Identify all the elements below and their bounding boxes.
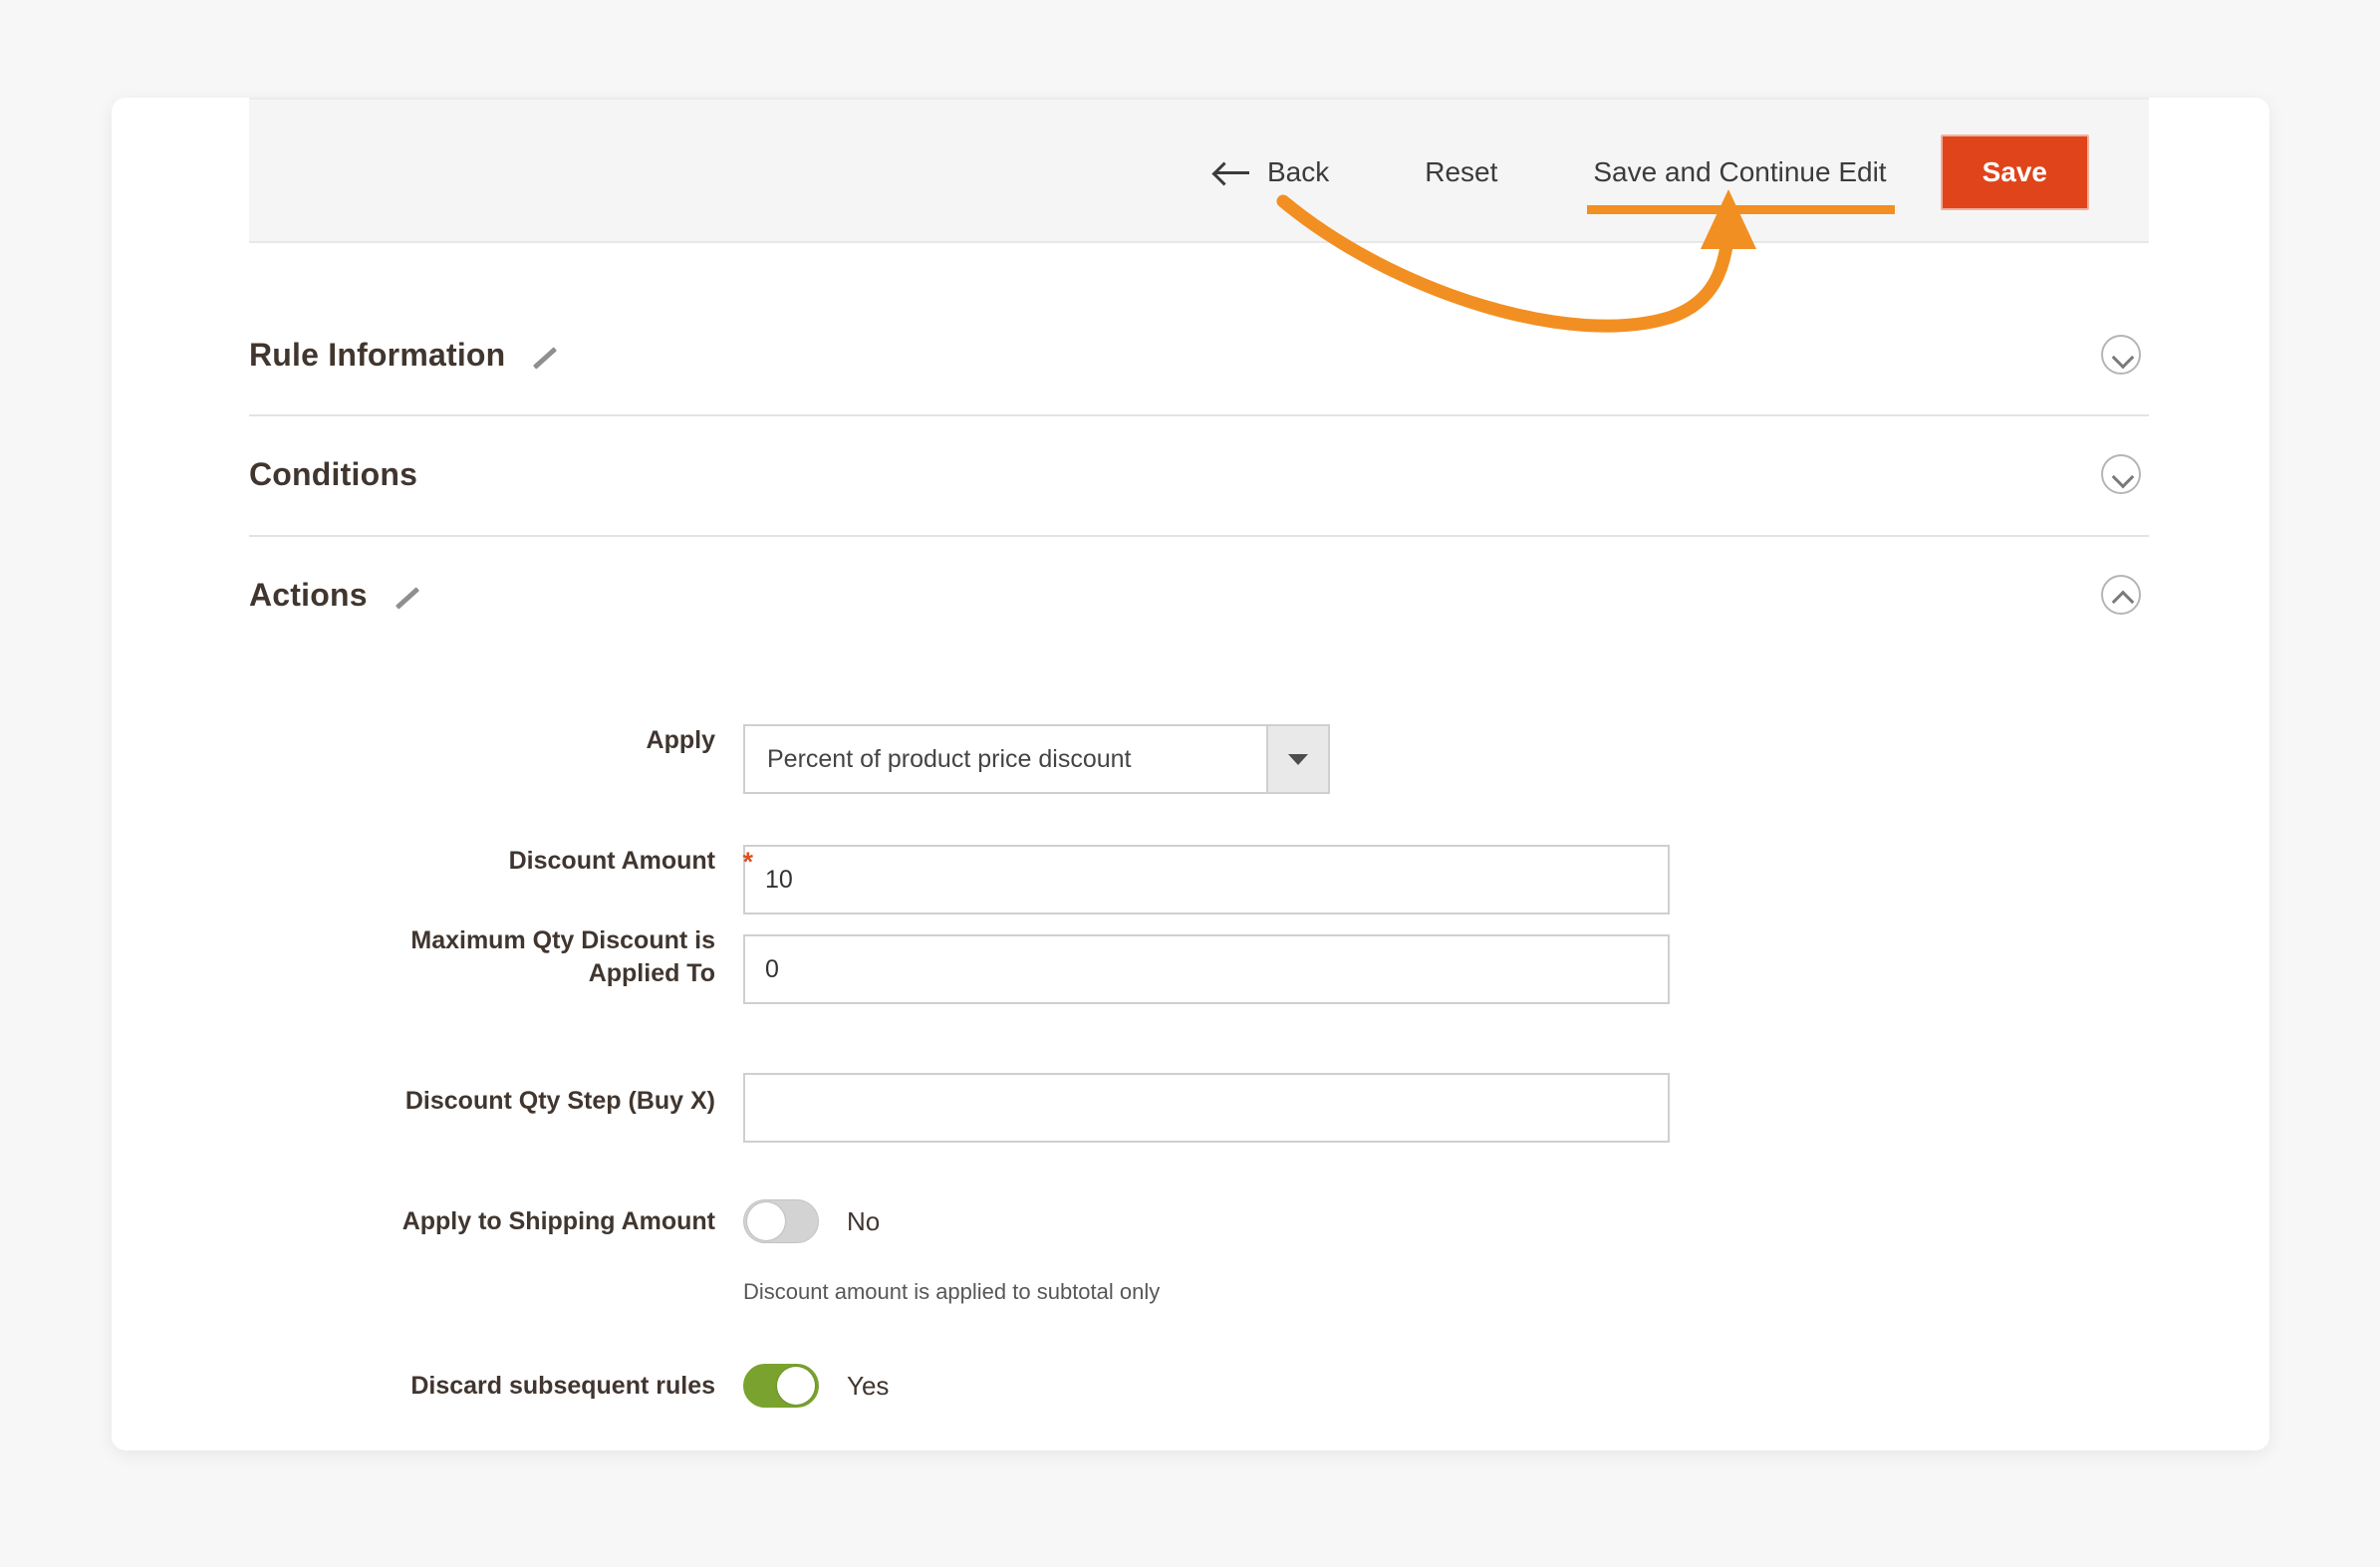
highlight-underline xyxy=(1587,205,1895,214)
toggle-knob xyxy=(747,1202,785,1240)
apply-to-shipping-state-label: No xyxy=(847,1205,881,1236)
section-title-actions: Actions xyxy=(249,576,368,613)
field-row-discount-amount: Discount Amount * xyxy=(0,845,2158,914)
discount-amount-input[interactable] xyxy=(743,845,1670,914)
field-control-discard-subsequent: Yes xyxy=(743,1364,889,1408)
pencil-icon xyxy=(390,581,423,615)
chevron-down-icon[interactable] xyxy=(1266,726,1328,792)
arrow-left-icon xyxy=(1214,160,1249,184)
required-marker: * xyxy=(742,847,753,877)
chevron-down-icon[interactable] xyxy=(2101,454,2141,494)
field-control-maximum-qty xyxy=(743,934,1670,1004)
apply-to-shipping-toggle-row: No xyxy=(743,1199,1160,1243)
discount-qty-step-input[interactable] xyxy=(743,1073,1670,1143)
section-title-conditions: Conditions xyxy=(249,455,418,492)
field-label-line-2: Applied To xyxy=(588,959,715,987)
field-row-apply-to-shipping: Apply to Shipping Amount No Discount amo… xyxy=(0,1199,2158,1305)
field-control-discount-amount xyxy=(743,845,1670,914)
save-and-continue-edit-button[interactable]: Save and Continue Edit xyxy=(1587,156,1895,214)
field-control-apply: Percent of product price discount xyxy=(743,724,1330,794)
field-label-discount-amount: Discount Amount * xyxy=(0,845,753,878)
reset-button[interactable]: Reset xyxy=(1425,156,1497,188)
apply-select[interactable]: Percent of product price discount xyxy=(743,724,1330,794)
field-row-maximum-qty: Maximum Qty Discount is Applied To xyxy=(0,924,2158,1004)
section-header-conditions[interactable]: Conditions xyxy=(249,414,2149,534)
field-label-discard-subsequent: Discard subsequent rules xyxy=(410,1372,715,1400)
save-and-continue-edit-label: Save and Continue Edit xyxy=(1593,156,1887,187)
field-row-discard-subsequent: Discard subsequent rules Yes xyxy=(0,1364,2158,1408)
back-button-label: Back xyxy=(1266,156,1330,187)
discard-subsequent-toggle-row: Yes xyxy=(743,1364,889,1408)
field-row-apply: Apply Percent of product price discount xyxy=(0,724,2158,794)
section-title-rule-information: Rule Information xyxy=(249,336,506,373)
section-header-actions[interactable]: Actions xyxy=(249,535,2149,654)
discard-subsequent-toggle[interactable] xyxy=(743,1364,819,1408)
screenshot-root: Back Reset Save and Continue Edit Save R… xyxy=(0,0,2380,1567)
field-control-discount-qty-step xyxy=(743,1073,1670,1143)
apply-to-shipping-helper-text: Discount amount is applied to subtotal o… xyxy=(743,1279,1161,1304)
field-label-apply-to-shipping: Apply to Shipping Amount xyxy=(401,1207,715,1235)
field-row-discount-qty-step: Discount Qty Step (Buy X) xyxy=(0,1073,2158,1143)
field-control-apply-to-shipping: No Discount amount is applied to subtota… xyxy=(743,1199,1160,1305)
field-label-apply: Apply xyxy=(646,726,715,754)
toolbar-button-group: Back Reset Save and Continue Edit Save xyxy=(1214,100,2149,245)
discard-subsequent-state-label: Yes xyxy=(847,1370,890,1401)
page-actions-toolbar: Back Reset Save and Continue Edit Save xyxy=(249,98,2149,243)
back-button[interactable]: Back xyxy=(1214,156,1330,188)
chevron-down-icon[interactable] xyxy=(2101,335,2141,375)
field-label-text: Discount Amount xyxy=(508,847,715,875)
save-button[interactable]: Save xyxy=(1940,134,2089,210)
maximum-qty-input[interactable] xyxy=(743,934,1670,1004)
pencil-icon xyxy=(527,341,561,375)
chevron-up-icon[interactable] xyxy=(2101,575,2141,615)
field-label-line-1: Maximum Qty Discount is xyxy=(410,926,715,954)
apply-to-shipping-toggle[interactable] xyxy=(743,1199,819,1243)
apply-select-value: Percent of product price discount xyxy=(767,744,1132,773)
field-label-maximum-qty: Maximum Qty Discount is Applied To xyxy=(0,924,715,990)
toggle-knob xyxy=(777,1367,815,1405)
reset-button-label: Reset xyxy=(1425,156,1498,187)
field-label-discount-qty-step: Discount Qty Step (Buy X) xyxy=(404,1087,715,1115)
section-header-rule-information[interactable]: Rule Information xyxy=(249,295,2149,414)
